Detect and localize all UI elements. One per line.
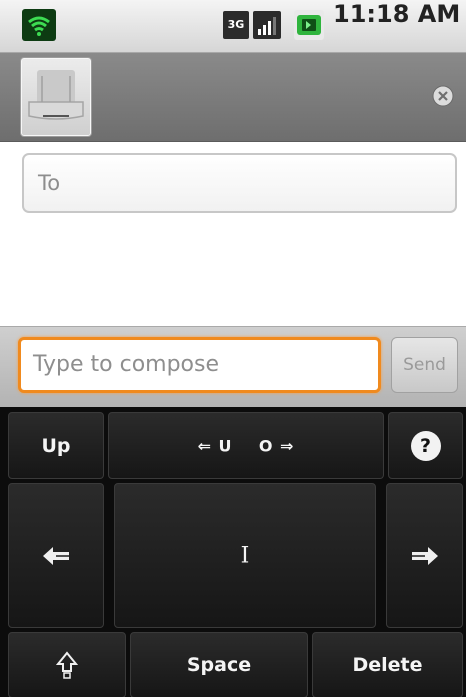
- help-key[interactable]: ?: [388, 412, 463, 479]
- status-bar: 3G 11:18 AM: [0, 0, 466, 53]
- up-key[interactable]: Up: [8, 412, 104, 479]
- contact-avatar-icon[interactable]: [20, 57, 92, 137]
- close-circle-icon[interactable]: [432, 85, 454, 107]
- shift-key[interactable]: [8, 632, 126, 697]
- up-key-label: Up: [41, 434, 71, 457]
- to-field[interactable]: To: [22, 153, 457, 213]
- arrow-left-icon: [43, 546, 69, 565]
- network-type-icon: 3G: [223, 11, 249, 39]
- status-time: 11:18 AM: [333, 0, 461, 28]
- compose-placeholder: Type to compose: [33, 352, 220, 377]
- shift-icon: [56, 651, 78, 679]
- signal-icon: [253, 11, 281, 39]
- right-arrow-key[interactable]: [386, 483, 463, 628]
- space-key[interactable]: Space: [130, 632, 308, 697]
- uo-key[interactable]: ⇐ U O ⇒: [108, 412, 384, 479]
- compose-input[interactable]: Type to compose: [18, 337, 381, 393]
- to-placeholder: To: [38, 171, 61, 195]
- help-icon: ?: [410, 430, 441, 461]
- cursor-key-label: I: [240, 543, 250, 568]
- delete-key[interactable]: Delete: [312, 632, 463, 697]
- recipients-area: To: [0, 142, 466, 326]
- delete-key-label: Delete: [352, 654, 423, 676]
- wifi-icon: [22, 9, 56, 41]
- arrow-right-icon: [411, 546, 438, 565]
- contact-header: [0, 53, 466, 142]
- screen: 3G 11:18 AM To Type to compose Send Up ⇐…: [0, 0, 466, 697]
- send-button[interactable]: Send: [391, 337, 458, 393]
- cursor-key[interactable]: I: [114, 483, 376, 628]
- keypad: Up ⇐ U O ⇒ ? I Space Delete: [0, 407, 466, 697]
- space-key-label: Space: [186, 654, 252, 676]
- left-arrow-key[interactable]: [8, 483, 104, 628]
- battery-icon: [294, 10, 324, 40]
- compose-bar: Type to compose Send: [0, 326, 466, 407]
- uo-key-label: ⇐ U O ⇒: [197, 436, 295, 455]
